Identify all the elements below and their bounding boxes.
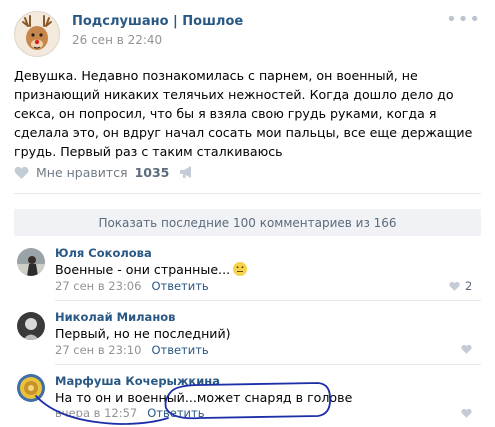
comment-meta: 27 сен в 23:10 Ответить: [55, 343, 209, 357]
post-actions: Мне нравится 1035: [14, 162, 195, 182]
comment-author-link[interactable]: Юля Соколова: [55, 246, 152, 260]
comment-author-link[interactable]: Николай Миланов: [55, 310, 175, 324]
comment-meta: 27 сен в 23:06 Ответить: [55, 279, 209, 293]
comment-author-link[interactable]: Марфуша Кочерыжкина: [55, 374, 220, 388]
heart-icon[interactable]: [14, 166, 29, 179]
group-avatar[interactable]: [14, 11, 60, 57]
reply-button[interactable]: Ответить: [147, 406, 204, 420]
avatar[interactable]: [17, 248, 45, 276]
comment-date[interactable]: 27 сен в 23:10: [55, 343, 141, 357]
post-date[interactable]: 26 сен в 22:40: [72, 33, 162, 47]
comment-date[interactable]: 27 сен в 23:06: [55, 279, 141, 293]
divider: [55, 364, 481, 365]
like-button-label[interactable]: Мне нравится: [36, 165, 128, 180]
avatar[interactable]: [17, 312, 45, 340]
comment-meta: вчера в 12:57 Ответить: [55, 406, 205, 420]
comment-text-content: Военные - они странные...: [55, 262, 231, 277]
comment-text: Первый, но не последний): [55, 326, 231, 341]
heart-icon[interactable]: [461, 344, 472, 354]
comment-text: На то он и военный...может снаряд в голо…: [55, 390, 353, 405]
comment-text: Военные - они странные...: [55, 262, 248, 277]
like-count[interactable]: 1035: [135, 165, 170, 180]
megaphone-icon[interactable]: [179, 165, 195, 179]
group-name-link[interactable]: Подслушано | Пошлое: [72, 14, 243, 29]
post-text: Девушка. Недавно познакомилась с парнем,…: [14, 68, 473, 159]
comment-like-count: 2: [465, 279, 473, 293]
comment-like[interactable]: 2: [449, 279, 472, 293]
reply-button[interactable]: Ответить: [151, 343, 208, 357]
divider: [55, 300, 481, 301]
divider: [14, 193, 481, 194]
avatar[interactable]: [17, 374, 45, 402]
heart-icon[interactable]: [461, 408, 472, 418]
comment-date[interactable]: вчера в 12:57: [55, 406, 137, 420]
comment-like[interactable]: [461, 344, 472, 354]
show-more-comments-button[interactable]: Показать последние 100 комментариев из 1…: [14, 209, 481, 236]
reply-button[interactable]: Ответить: [151, 279, 208, 293]
more-dots-icon[interactable]: •••: [446, 9, 481, 30]
heart-icon[interactable]: [449, 281, 460, 291]
comment-like[interactable]: [461, 408, 472, 418]
emoji-icon: [233, 262, 248, 276]
